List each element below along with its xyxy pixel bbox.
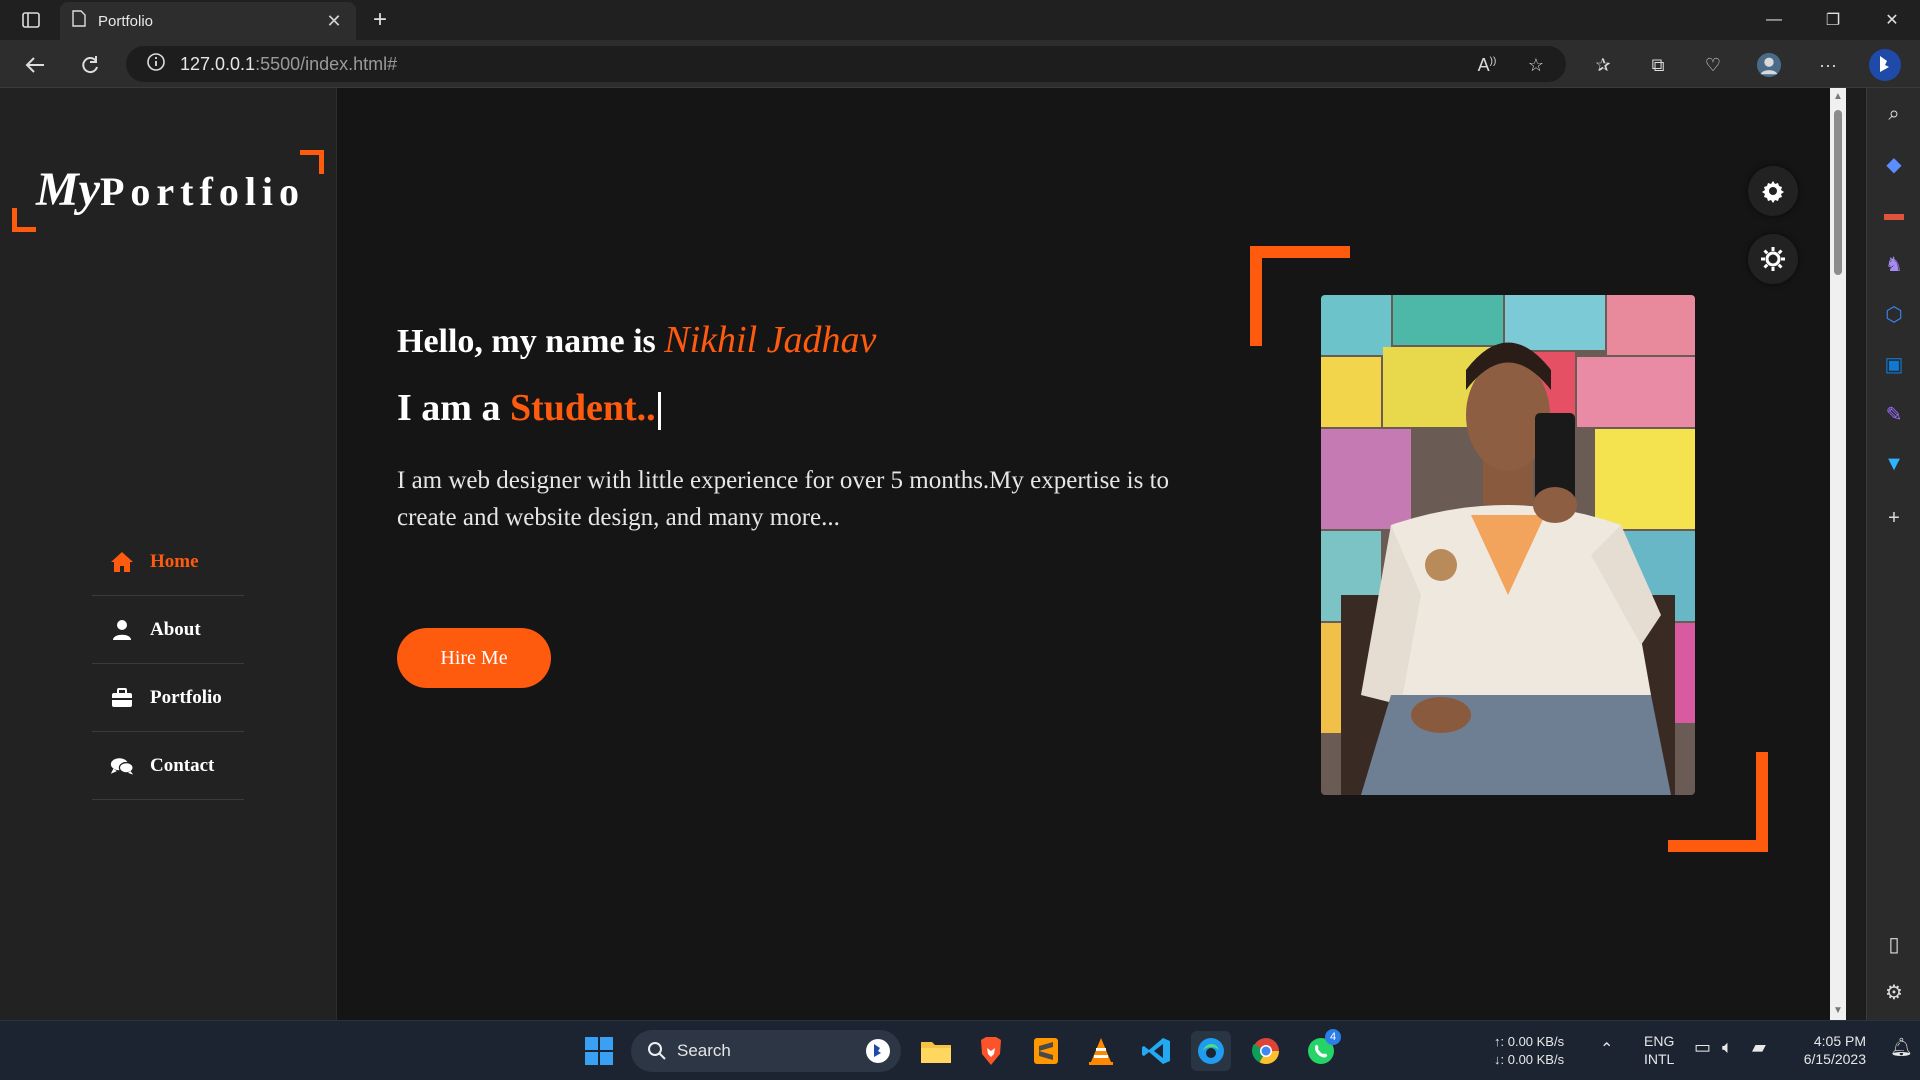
hello-heading: Hello, my name is Nikhil Jadhav <box>397 319 877 361</box>
shopping-tag-icon[interactable]: ◆ <box>1880 150 1908 178</box>
games-icon[interactable]: ♞ <box>1880 250 1908 278</box>
battery-icon[interactable]: ▰ <box>1752 1038 1766 1056</box>
favorites-icon[interactable]: ✰ <box>1590 52 1616 78</box>
hire-me-button[interactable]: Hire Me <box>397 628 551 688</box>
language-secondary[interactable]: INTL <box>1644 1051 1674 1068</box>
net-upload: ↑: 0.00 KB/s <box>1494 1034 1565 1049</box>
microsoft365-icon[interactable]: ⬡ <box>1880 300 1908 328</box>
browser-tab[interactable]: Portfolio ✕ <box>60 2 356 40</box>
browser-toolbar: 127.0.0.1:5500/index.html# A)) ☆ ✰ ⧉ ♡ ·… <box>0 40 1920 88</box>
file-explorer-icon[interactable] <box>916 1031 956 1071</box>
sublime-text-icon[interactable] <box>1026 1031 1066 1071</box>
restore-icon[interactable]: ❐ <box>1805 0 1861 40</box>
scroll-up-icon[interactable]: ▲ <box>1833 92 1843 102</box>
scroll-down-icon[interactable]: ▼ <box>1833 1006 1843 1016</box>
search-icon <box>648 1042 666 1060</box>
language-primary[interactable]: ENG <box>1644 1033 1674 1050</box>
nav-item-portfolio[interactable]: Portfolio <box>92 664 244 732</box>
nav-label: Home <box>150 550 199 572</box>
hero-section: Hello, my name is Nikhil Jadhav I am a S… <box>397 318 1217 688</box>
drop-icon[interactable]: ▼ <box>1880 450 1908 478</box>
edge-icon[interactable] <box>1191 1031 1231 1071</box>
comments-icon <box>110 755 134 777</box>
logo-text: MyPortfolio <box>36 163 306 216</box>
search-label: Search <box>677 1041 731 1060</box>
scroll-thumb[interactable] <box>1834 110 1842 275</box>
search-icon[interactable]: ⌕ <box>1880 100 1908 128</box>
add-sidebar-app-icon[interactable]: + <box>1880 504 1908 532</box>
sun-icon <box>1761 247 1785 271</box>
brave-icon[interactable] <box>971 1031 1011 1071</box>
portfolio-sidebar: MyPortfolio Home About Portfolio Contact <box>0 88 337 1020</box>
notification-badge: 4 <box>1325 1029 1341 1045</box>
hide-sidebar-icon[interactable]: ▯ <box>1880 930 1908 958</box>
refresh-icon[interactable] <box>75 50 105 80</box>
user-icon <box>110 619 134 640</box>
profile-avatar-icon[interactable] <box>1756 52 1782 78</box>
designer-icon[interactable]: ✎ <box>1880 400 1908 428</box>
read-aloud-icon[interactable]: A)) <box>1474 52 1500 78</box>
whatsapp-icon[interactable]: 4 <box>1301 1029 1341 1071</box>
page-viewport: MyPortfolio Home About Portfolio Contact… <box>0 88 1830 1020</box>
hero-description: I am web designer with little experience… <box>397 467 1170 531</box>
show-hidden-icons-icon[interactable]: ⌃ <box>1600 1041 1613 1058</box>
tab-title: Portfolio <box>98 12 154 30</box>
typing-cursor <box>657 392 661 431</box>
bing-icon <box>866 1039 890 1063</box>
net-download: ↓: 0.00 KB/s <box>1494 1052 1565 1067</box>
windows-start-icon[interactable] <box>579 1031 619 1071</box>
outlook-icon[interactable]: ▣ <box>1880 350 1908 378</box>
person-name: Nikhil Jadhav <box>664 319 877 361</box>
main-nav: Home About Portfolio Contact <box>92 528 244 800</box>
info-icon[interactable] <box>146 52 166 77</box>
logo[interactable]: MyPortfolio <box>12 150 324 232</box>
home-icon <box>110 551 134 573</box>
close-window-icon[interactable]: ✕ <box>1864 0 1920 40</box>
briefcase-icon <box>110 687 134 708</box>
volume-icon[interactable]: 🔈︎ <box>1722 1038 1733 1056</box>
taskbar-search[interactable]: Search <box>631 1030 901 1072</box>
tab-close-icon[interactable]: ✕ <box>324 11 344 32</box>
clock-time[interactable]: 4:05 PM <box>1810 1033 1866 1050</box>
minimize-icon[interactable]: — <box>1746 0 1802 40</box>
tab-actions-icon[interactable] <box>10 8 52 32</box>
theme-toggle-button[interactable] <box>1748 234 1798 284</box>
url-path: :5500/index.html# <box>255 53 398 74</box>
collections-icon[interactable]: ⧉ <box>1645 52 1671 78</box>
sidebar-settings-icon[interactable]: ⚙ <box>1880 978 1908 1006</box>
windows-taskbar: Search 4 ↑: 0.00 KB/s ↓: 0.00 KB/s ⌃ ENG… <box>0 1020 1920 1080</box>
edge-sidebar: ⌕ ◆ ▬ ♞ ⬡ ▣ ✎ ▼ + ▯ ⚙ <box>1866 88 1920 1020</box>
browser-essentials-icon[interactable]: ♡ <box>1700 52 1726 78</box>
role-heading: I am a Student.. <box>397 386 1217 460</box>
settings-toggle-button[interactable] <box>1748 166 1798 216</box>
nav-label: Contact <box>150 754 215 776</box>
gear-icon <box>1762 181 1784 203</box>
chrome-icon[interactable] <box>1246 1031 1286 1071</box>
back-icon[interactable] <box>20 50 50 80</box>
nav-item-about[interactable]: About <box>92 596 244 664</box>
clock-date[interactable]: 6/15/2023 <box>1790 1051 1866 1068</box>
notifications-icon[interactable]: 🔔︎ <box>1890 1038 1913 1056</box>
profile-photo <box>1321 295 1695 795</box>
profile-photo-frame <box>1250 246 1768 852</box>
vlc-icon[interactable] <box>1081 1031 1121 1071</box>
network-icon[interactable]: ▭ <box>1694 1038 1711 1056</box>
nav-item-contact[interactable]: Contact <box>92 732 244 800</box>
favorite-star-icon[interactable]: ☆ <box>1523 52 1549 78</box>
page-icon <box>72 10 86 32</box>
new-tab-icon[interactable]: + <box>366 6 394 34</box>
nav-label: About <box>150 618 201 640</box>
url-host: 127.0.0.1 <box>180 53 256 74</box>
nav-label: Portfolio <box>150 686 222 708</box>
more-options-icon[interactable]: ··· <box>1815 52 1841 78</box>
tools-icon[interactable]: ▬ <box>1880 200 1908 228</box>
logo-corner-bottom-left <box>12 208 36 232</box>
vscode-icon[interactable] <box>1136 1031 1176 1071</box>
address-bar[interactable]: 127.0.0.1:5500/index.html# <box>126 46 1566 82</box>
bing-copilot-icon[interactable] <box>1868 48 1902 82</box>
typed-role: Student.. <box>509 387 656 429</box>
page-scrollbar[interactable]: ▲ ▼ <box>1830 88 1846 1020</box>
browser-tab-bar: Portfolio ✕ + — ❐ ✕ <box>0 0 1920 40</box>
nav-item-home[interactable]: Home <box>92 528 244 596</box>
